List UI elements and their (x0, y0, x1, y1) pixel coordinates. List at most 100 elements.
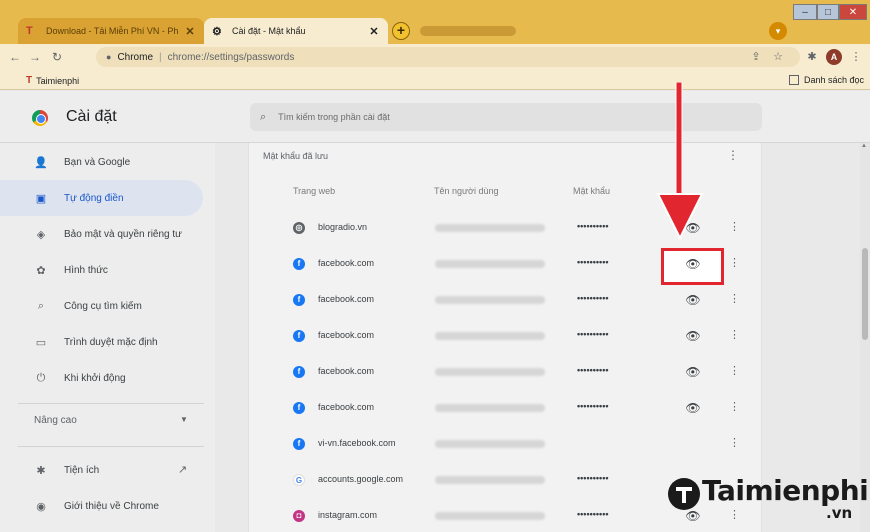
gear-icon: ⚙ (212, 25, 222, 38)
taimienphi-favicon-icon: T (26, 25, 33, 37)
password-masked: •••••••••• (577, 401, 609, 411)
bookmark-taimienphi[interactable]: T Taimienphi (26, 75, 79, 86)
toolbar: ← → ↻ ● Chrome | chrome://settings/passw… (0, 44, 870, 70)
sidebar-item-privacy[interactable]: ◈ Bảo mật và quyền riêng tư (0, 216, 203, 252)
username-blurred (435, 332, 545, 340)
site-name: vi-vn.facebook.com (318, 438, 396, 448)
site-name: facebook.com (318, 258, 375, 268)
open-external-icon[interactable]: ↗ (178, 463, 187, 476)
star-icon[interactable]: ☆ (770, 49, 786, 65)
table-row: f facebook.com •••••••••• 👁 ⋮ (249, 354, 761, 390)
url-text: chrome://settings/passwords (167, 51, 295, 63)
password-masked: •••••••••• (577, 509, 609, 519)
facebook-icon: f (293, 402, 305, 414)
chevron-down-icon[interactable]: ▼ (180, 415, 188, 424)
blurred-tab[interactable] (420, 26, 516, 36)
password-masked: •••••••••• (577, 257, 609, 267)
share-icon[interactable]: ⇪ (748, 49, 764, 65)
settings-header: Cài đặt ⌕ Tìm kiếm trong phần cài đặt (0, 91, 870, 143)
person-icon: 👤 (34, 156, 48, 169)
watermark: Taimienphi .vn (662, 470, 869, 526)
site-name: accounts.google.com (318, 474, 404, 484)
sidebar-item-you-and-google[interactable]: 👤 Bạn và Google (0, 144, 203, 180)
close-icon[interactable]: ✕ (184, 25, 196, 38)
sidebar-item-label: Công cụ tìm kiếm (64, 300, 142, 312)
extensions-icon[interactable]: ✱ (804, 49, 820, 65)
avatar[interactable]: A (826, 49, 842, 65)
close-window-button[interactable]: ✕ (839, 4, 867, 20)
password-masked: •••••••••• (577, 365, 609, 375)
scrollbar-thumb[interactable] (862, 248, 868, 340)
google-icon: G (293, 474, 305, 486)
facebook-icon: f (293, 438, 305, 450)
sidebar-item-default-browser[interactable]: ▭ Trình duyệt mặc định (0, 324, 203, 360)
sidebar-item-about-chrome[interactable]: ◉ Giới thiệu về Chrome (0, 488, 203, 524)
sidebar-item-autofill[interactable]: ▣ Tự động điền (0, 180, 203, 216)
forward-icon[interactable]: → (26, 48, 44, 66)
watermark-text: Taimienphi (702, 474, 869, 507)
column-header-site: Trang web (293, 186, 336, 196)
username-blurred (435, 404, 545, 412)
sidebar-item-appearance[interactable]: ✿ Hình thức (0, 252, 203, 288)
username-blurred (435, 260, 545, 268)
globe-icon: ◎ (293, 222, 305, 234)
sidebar-item-label: Trình duyệt mặc định (64, 336, 158, 348)
kebab-menu-icon[interactable]: ⋮ (729, 292, 740, 305)
facebook-icon: f (293, 330, 305, 342)
kebab-menu-icon[interactable]: ⋮ (729, 220, 740, 233)
palette-icon: ✿ (36, 264, 46, 277)
bookmark-label: Taimienphi (36, 75, 80, 86)
sidebar-item-search-engine[interactable]: ⌕ Công cụ tìm kiếm (0, 288, 203, 324)
page-title: Cài đặt (66, 108, 117, 125)
chrome-logo-icon (32, 110, 48, 126)
watermark-suffix: .vn (826, 504, 853, 522)
tab-title: Cài đặt - Mật khẩu (232, 26, 306, 36)
address-bar[interactable]: ● Chrome | chrome://settings/passwords (96, 47, 800, 67)
reload-icon[interactable]: ↻ (48, 48, 66, 66)
show-password-icon[interactable]: 👁 (685, 400, 701, 416)
username-blurred (435, 296, 545, 304)
sidebar: 👤 Bạn và Google ▣ Tự động điền ◈ Bảo mật… (0, 143, 215, 532)
column-header-password: Mật khẩu (573, 186, 611, 196)
minimize-button[interactable]: – (793, 4, 817, 20)
sidebar-item-label: Bạn và Google (64, 156, 131, 168)
tab-settings[interactable]: ⚙ Cài đặt - Mật khẩu ✕ (204, 18, 388, 44)
table-row: f facebook.com •••••••••• 👁 ⋮ (249, 390, 761, 426)
password-masked: •••••••••• (577, 329, 609, 339)
tab-download[interactable]: T Download - Tải Miễn Phí VN - Ph ✕ (18, 18, 204, 44)
tab-title: Download - Tải Miễn Phí VN - Ph (46, 26, 179, 36)
annotation-arrow-icon (656, 82, 704, 241)
reading-list-button[interactable]: Danh sách đọc (788, 75, 864, 85)
tab-search-icon[interactable]: ▾ (769, 22, 787, 40)
shield-icon: ◈ (36, 228, 46, 241)
taimienphi-logo-icon (668, 478, 700, 510)
table-row: f facebook.com •••••••••• 👁 ⋮ (249, 318, 761, 354)
kebab-menu-icon[interactable]: ⋮ (729, 364, 740, 377)
clipboard-icon: ▣ (35, 192, 47, 205)
back-icon[interactable]: ← (6, 48, 24, 66)
show-password-icon[interactable]: 👁 (685, 256, 701, 272)
sidebar-item-label: Tiện ích (64, 464, 100, 476)
site-chip: Chrome (117, 51, 154, 63)
show-password-icon[interactable]: 👁 (685, 364, 701, 380)
kebab-menu-icon[interactable]: ⋮ (729, 256, 740, 269)
kebab-menu-icon[interactable]: ⋮ (848, 49, 864, 65)
sidebar-item-extensions[interactable]: ✱ Tiện ích (0, 452, 203, 488)
chrome-icon: ◉ (36, 500, 46, 513)
username-blurred (435, 368, 545, 376)
site-name: instagram.com (318, 510, 378, 520)
reading-list-label: Danh sách đọc (803, 75, 864, 85)
advanced-toggle[interactable]: Nâng cao (34, 415, 77, 426)
kebab-menu-icon[interactable]: ⋮ (729, 436, 740, 449)
kebab-menu-icon[interactable]: ⋮ (729, 400, 740, 413)
show-password-icon[interactable]: 👁 (685, 292, 701, 308)
close-icon[interactable]: ✕ (368, 25, 380, 38)
kebab-menu-icon[interactable]: ⋮ (729, 328, 740, 341)
new-tab-button[interactable]: + (392, 22, 410, 40)
kebab-menu-icon[interactable]: ⋮ (727, 148, 739, 162)
maximize-button[interactable]: □ (817, 4, 839, 20)
sidebar-item-on-startup[interactable]: ⏻ Khi khởi động (0, 360, 203, 396)
show-password-icon[interactable]: 👁 (685, 328, 701, 344)
sidebar-item-label: Giới thiệu về Chrome (64, 500, 159, 512)
scroll-up-icon[interactable]: ▲ (861, 143, 867, 149)
